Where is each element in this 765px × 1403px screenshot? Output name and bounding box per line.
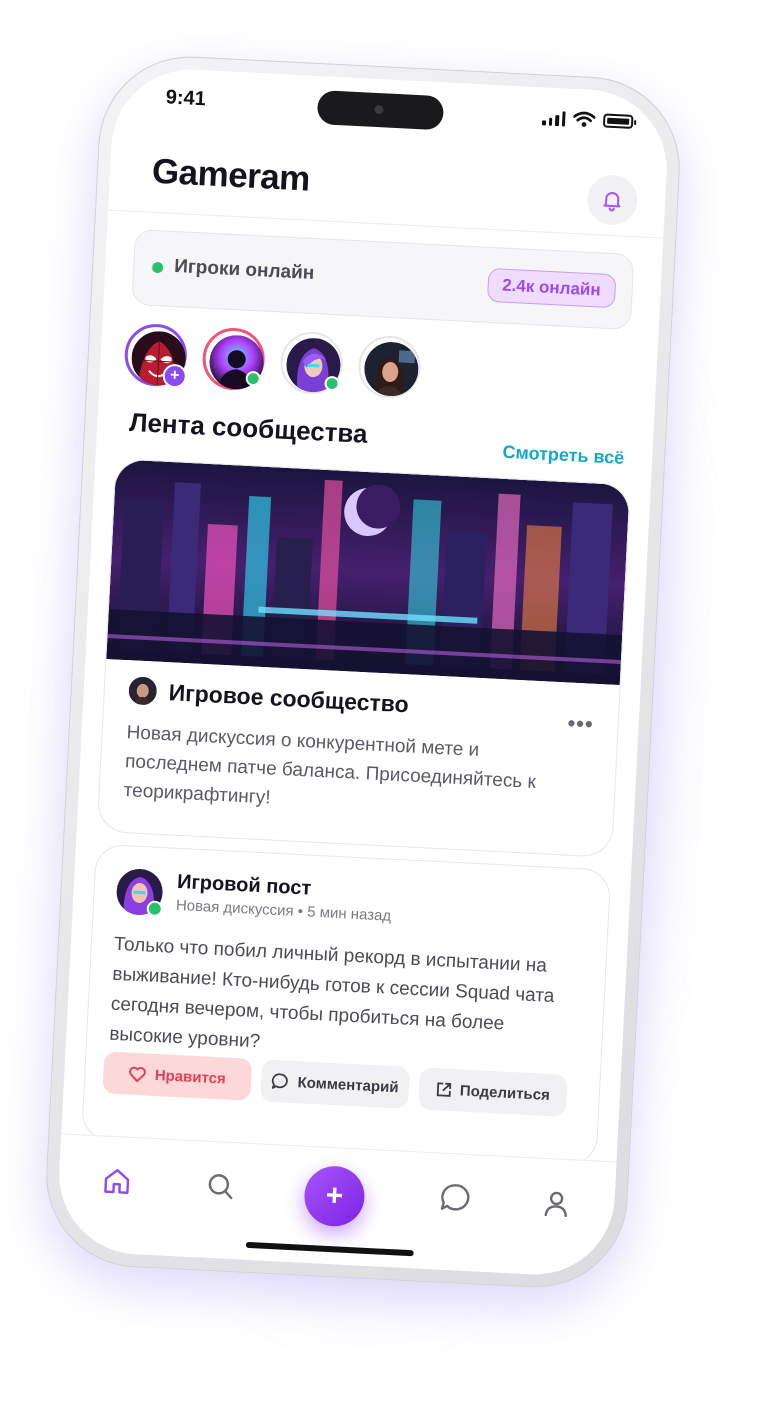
feed-post-card[interactable]: Игровой пост Новая дискуссия • 5 мин наз…	[80, 843, 612, 1166]
bell-icon	[603, 192, 621, 212]
chat-icon	[440, 1184, 470, 1211]
post-image	[106, 459, 630, 686]
story-avatar[interactable]	[201, 326, 267, 392]
comment-label: Комментарий	[297, 1073, 399, 1096]
tab-home[interactable]	[96, 1160, 138, 1202]
battery-icon	[602, 113, 634, 129]
online-label: Игроки онлайн	[173, 255, 315, 285]
avatar	[363, 340, 420, 398]
signal-icon	[541, 109, 566, 127]
home-indicator	[245, 1241, 414, 1257]
app-header: Gameram	[108, 137, 668, 239]
stories-row: +	[123, 322, 422, 400]
phone-frame: 9:41 Gameram Игроки онлайн 2.4к онлайн +…	[41, 52, 685, 1292]
add-story-icon[interactable]: +	[162, 363, 188, 389]
post-text: Новая дискуссия о конкурентной мете и по…	[123, 722, 537, 809]
share-icon	[436, 1082, 452, 1097]
see-all-link[interactable]: Смотреть всё	[502, 442, 625, 469]
camera-dot	[374, 104, 384, 115]
dynamic-island	[316, 89, 445, 131]
online-count-badge: 2.4к онлайн	[486, 267, 617, 309]
online-indicator	[245, 370, 262, 387]
notifications-button[interactable]	[585, 173, 639, 227]
featured-post-card[interactable]: Игровое сообщество ••• Новая дискуссия о…	[96, 458, 631, 858]
app-screen: 9:41 Gameram Игроки онлайн 2.4к онлайн +…	[55, 65, 671, 1279]
online-indicator	[151, 261, 164, 274]
create-post-button[interactable]: +	[302, 1164, 366, 1228]
story-avatar[interactable]	[356, 334, 422, 400]
story-avatar[interactable]	[279, 330, 345, 396]
home-icon	[104, 1169, 130, 1194]
more-options-icon[interactable]: •••	[567, 710, 594, 737]
author-avatar[interactable]	[115, 867, 164, 918]
post-author[interactable]: Игровой пост	[177, 871, 312, 901]
status-time: 9:41	[165, 86, 207, 111]
community-avatar	[128, 676, 158, 706]
app-title: Gameram	[151, 151, 311, 199]
comment-icon	[272, 1073, 289, 1089]
feed-section-title: Лента сообщества	[128, 406, 369, 449]
post-header: Игровое сообщество	[128, 676, 409, 718]
post-text: Только что побил личный рекорд в испытан…	[108, 933, 555, 1053]
story-avatar-mine[interactable]: +	[123, 322, 189, 389]
like-button[interactable]: Нравится	[102, 1051, 253, 1101]
heart-icon	[129, 1066, 147, 1083]
online-indicator	[324, 375, 340, 392]
post-title: Игровое сообщество	[168, 678, 410, 717]
profile-icon	[544, 1191, 567, 1218]
search-icon	[208, 1174, 233, 1200]
tab-profile[interactable]	[535, 1182, 577, 1224]
share-button[interactable]: Поделиться	[417, 1067, 568, 1117]
tab-search[interactable]	[200, 1165, 242, 1207]
post-meta: Новая дискуссия • 5 мин назад	[175, 896, 392, 925]
like-label: Нравится	[154, 1066, 227, 1088]
share-label: Поделиться	[459, 1081, 551, 1104]
tab-chat[interactable]	[434, 1177, 476, 1219]
online-indicator	[146, 900, 164, 918]
status-bar: 9:41	[112, 66, 670, 154]
system-icons	[541, 109, 634, 130]
online-players-card[interactable]: Игроки онлайн 2.4к онлайн	[131, 228, 635, 331]
wifi-icon	[573, 111, 596, 127]
comment-button[interactable]: Комментарий	[260, 1059, 411, 1109]
